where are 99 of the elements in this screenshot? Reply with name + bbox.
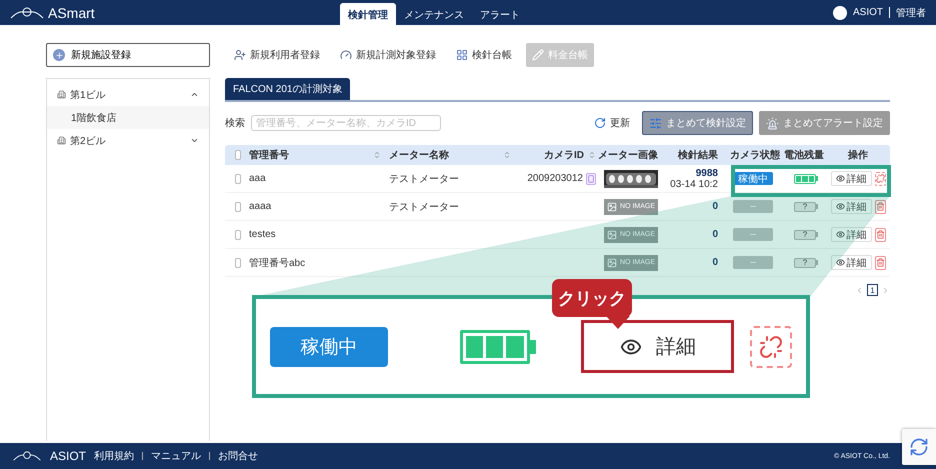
toolbar-button[interactable]: 新規利用者登録 [228, 43, 326, 67]
phone-icon [586, 172, 596, 184]
column-header: カメラ状態 [729, 148, 781, 162]
building-icon [57, 90, 66, 99]
eye-icon [836, 230, 844, 239]
unlink-button[interactable] [750, 326, 792, 368]
delete-button[interactable] [874, 228, 886, 242]
status-badge: 稼働中 [270, 326, 388, 366]
column-header[interactable]: メーター名称 [385, 148, 515, 162]
recaptcha-badge[interactable] [902, 429, 936, 465]
panel-tab[interactable]: FALCON 201の計測対象 [225, 78, 350, 100]
unlink-icon [759, 334, 784, 358]
detail-button[interactable]: 詳細 [830, 227, 872, 242]
reading-value: 0 [712, 229, 718, 240]
footer-link[interactable]: マニュアル [151, 449, 202, 463]
gauge-icon [340, 49, 352, 61]
image-icon [607, 202, 617, 212]
search-label: 検索 [225, 116, 245, 130]
delete-button[interactable] [874, 256, 886, 270]
checkbox[interactable] [235, 174, 241, 184]
detail-button[interactable]: 詳細 [830, 199, 872, 214]
siren-icon [766, 116, 779, 130]
battery-icon: ? [794, 230, 818, 240]
image-icon [607, 230, 617, 240]
logo-icon [12, 451, 42, 461]
reading-time: 03-14 10:2 [670, 178, 718, 190]
battery-icon: ? [794, 202, 818, 212]
checkbox[interactable] [235, 202, 241, 212]
logo-icon [10, 6, 44, 18]
detail-button[interactable]: 詳細 [830, 171, 872, 186]
reading-value: 0 [712, 257, 718, 268]
trash-icon [876, 258, 884, 267]
toolbar-button[interactable]: 検針台帳 [450, 43, 518, 67]
table-cell-text: テストメーター [389, 172, 459, 186]
building-icon [57, 136, 66, 145]
chevron-right-icon[interactable] [881, 286, 890, 294]
refresh-button[interactable]: 更新 [588, 115, 636, 131]
user-role: 管理者 [896, 6, 926, 20]
image-icon [607, 258, 617, 268]
eye-icon [836, 174, 844, 183]
table-cell: testes [249, 229, 276, 240]
reading-value: 9988 [696, 168, 718, 178]
sliders-icon [649, 116, 662, 130]
refresh-arrows-icon [909, 437, 929, 457]
table-cell-text: テストメーター [389, 200, 459, 214]
unlink-button[interactable] [874, 172, 886, 186]
refresh-icon [594, 117, 606, 129]
column-header[interactable]: 管理番号 [245, 148, 385, 162]
checkbox[interactable] [235, 258, 241, 268]
status-badge: 稼働中 [733, 172, 773, 185]
status-badge: – [733, 256, 773, 269]
unlink-icon [876, 174, 884, 183]
column-header: 操作 [846, 148, 869, 162]
detail-button[interactable]: 詳細 [581, 320, 734, 373]
search-field[interactable]: 管理番号、メーター名称、カメラID [251, 115, 441, 131]
sort-icon[interactable] [373, 151, 381, 159]
chevron-down-icon[interactable] [190, 136, 199, 145]
column-header[interactable]: カメラID [515, 148, 600, 162]
sidebar-subitem[interactable]: 1階飲食店 [47, 106, 209, 129]
new-facility-button[interactable]: 新規施設登録 [46, 43, 210, 67]
battery-icon: ? [794, 258, 818, 268]
sort-icon[interactable] [503, 151, 511, 159]
column-header: メーター画像 [600, 148, 659, 162]
checkbox[interactable] [235, 150, 241, 160]
page-button[interactable]: 1 [867, 284, 878, 296]
checkbox[interactable] [235, 230, 241, 240]
column-header: 電池残量 [784, 148, 825, 162]
pencil-icon [532, 49, 544, 61]
avatar[interactable] [832, 6, 847, 20]
footer-link[interactable]: お問合せ [218, 449, 258, 463]
status-badge: – [733, 228, 773, 241]
user-name: ASIOT [852, 7, 883, 18]
app-logo: ASmart [48, 4, 95, 20]
delete-button[interactable] [874, 200, 886, 214]
table-cell: aaa [249, 173, 266, 184]
nav-tab[interactable]: アラート [472, 3, 528, 25]
table-cell: aaaa [249, 201, 272, 212]
eye-icon [836, 202, 844, 211]
footer-link[interactable]: 利用規約 [94, 449, 134, 463]
detail-button[interactable]: 詳細 [830, 255, 872, 270]
user-plus-icon [234, 49, 246, 61]
nav-tab[interactable]: 検針管理 [340, 3, 396, 25]
column-header: 検針結果 [676, 148, 719, 162]
chevron-left-icon[interactable] [855, 286, 864, 294]
trash-icon [876, 230, 884, 239]
chevron-up-icon[interactable] [190, 90, 199, 99]
eye-icon [836, 258, 844, 267]
status-badge: – [733, 200, 773, 213]
sort-icon[interactable] [588, 151, 596, 159]
plus-icon [53, 49, 65, 61]
table-cell: 2009203012 [527, 173, 583, 184]
grid-icon [456, 49, 468, 61]
callout-pointer [606, 316, 630, 330]
trash-icon [876, 202, 884, 211]
footer-logo: ASIOT [50, 449, 86, 463]
toolbar-button[interactable]: 新規計測対象登録 [334, 43, 442, 67]
reading-value: 0 [712, 201, 718, 212]
nav-tab[interactable]: メンテナンス [396, 3, 472, 25]
table-cell-text: 管理番号abc [249, 256, 306, 270]
